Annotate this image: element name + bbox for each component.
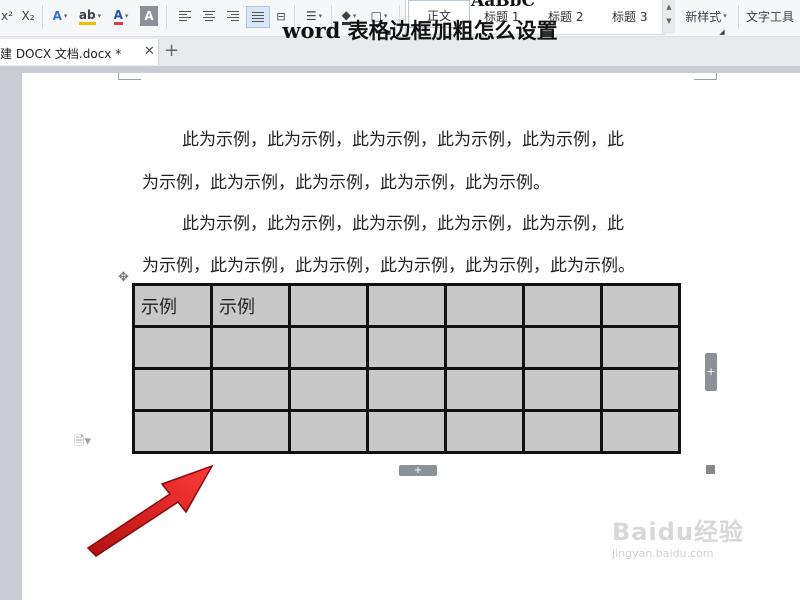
table-cell[interactable] [600,409,681,454]
add-row-button[interactable]: + [399,465,437,476]
table-cell[interactable] [288,325,369,370]
highlight-button[interactable]: ab ▾ [76,6,104,26]
table-cell[interactable] [522,283,603,328]
document-title: word 表格边框加粗怎么设置 [282,18,558,43]
table-cell[interactable] [210,409,291,454]
watermark-logo-text: Baidu经验 [612,518,744,546]
baidu-watermark: Baidu经验 jingyan.baidu.com [612,512,744,560]
add-column-button[interactable]: + [705,353,717,391]
table-cell[interactable] [132,325,213,370]
table-row: 示例 示例 [132,283,681,328]
table-container: 示例 示例 [132,283,681,454]
table-row [132,409,681,454]
table-cell[interactable] [210,367,291,412]
tab-document-label: 建 DOCX 文档.docx * [0,47,122,61]
table-cell[interactable]: 示例 [132,283,213,328]
table-cell[interactable] [288,409,369,454]
table-cell[interactable] [600,367,681,412]
red-arrow-annotation [86,464,214,557]
table-cell[interactable] [366,409,447,454]
superscript-button[interactable]: x² [0,6,14,26]
table-cell[interactable] [288,367,369,412]
table-row [132,367,681,412]
document-side-icon[interactable]: 🗎▾ [74,432,91,454]
table-cell[interactable]: 示例 [210,283,291,328]
table-cell[interactable] [366,325,447,370]
margin-corner-top-right [694,73,717,80]
watermark-url: jingyan.baidu.com [612,547,714,560]
table-cell[interactable] [210,325,291,370]
table-cell[interactable] [366,283,447,328]
text-effect-button[interactable]: A ▾ [48,6,72,26]
margin-corner-top-left [118,73,141,80]
text-tools-button[interactable]: 文字工具 [746,6,800,26]
text-effect-icon: A [52,9,62,23]
table-cell[interactable] [522,325,603,370]
table-cell[interactable] [600,283,681,328]
highlight-icon: ab [78,8,96,25]
table-cell[interactable] [444,325,525,370]
table-resize-handle[interactable] [706,465,715,474]
close-icon[interactable]: ✕ [144,44,155,59]
paragraph-2-line-2: 为示例，此为示例，此为示例，此为示例，此为示例，此为示例。 [142,256,635,276]
table-move-handle-icon[interactable]: ✥ [118,270,129,285]
table-cell[interactable] [444,409,525,454]
table-cell[interactable] [444,367,525,412]
table-cell[interactable] [522,409,603,454]
table-cell[interactable] [132,367,213,412]
document-table[interactable]: 示例 示例 [132,283,681,454]
paragraph-2-line-1: 此为示例，此为示例，此为示例，此为示例，此为示例，此 [182,214,624,234]
paragraph-1-line-2: 为示例，此为示例，此为示例，此为示例，此为示例。 [142,173,550,193]
table-cell[interactable] [600,325,681,370]
table-cell[interactable] [288,283,369,328]
table-row [132,325,681,370]
table-cell[interactable] [366,367,447,412]
table-cell[interactable] [132,409,213,454]
table-cell[interactable] [444,283,525,328]
subscript-button[interactable]: X₂ [18,6,38,26]
table-cell[interactable] [522,367,603,412]
paragraph-1-line-1: 此为示例，此为示例，此为示例，此为示例，此为示例，此 [182,130,624,150]
